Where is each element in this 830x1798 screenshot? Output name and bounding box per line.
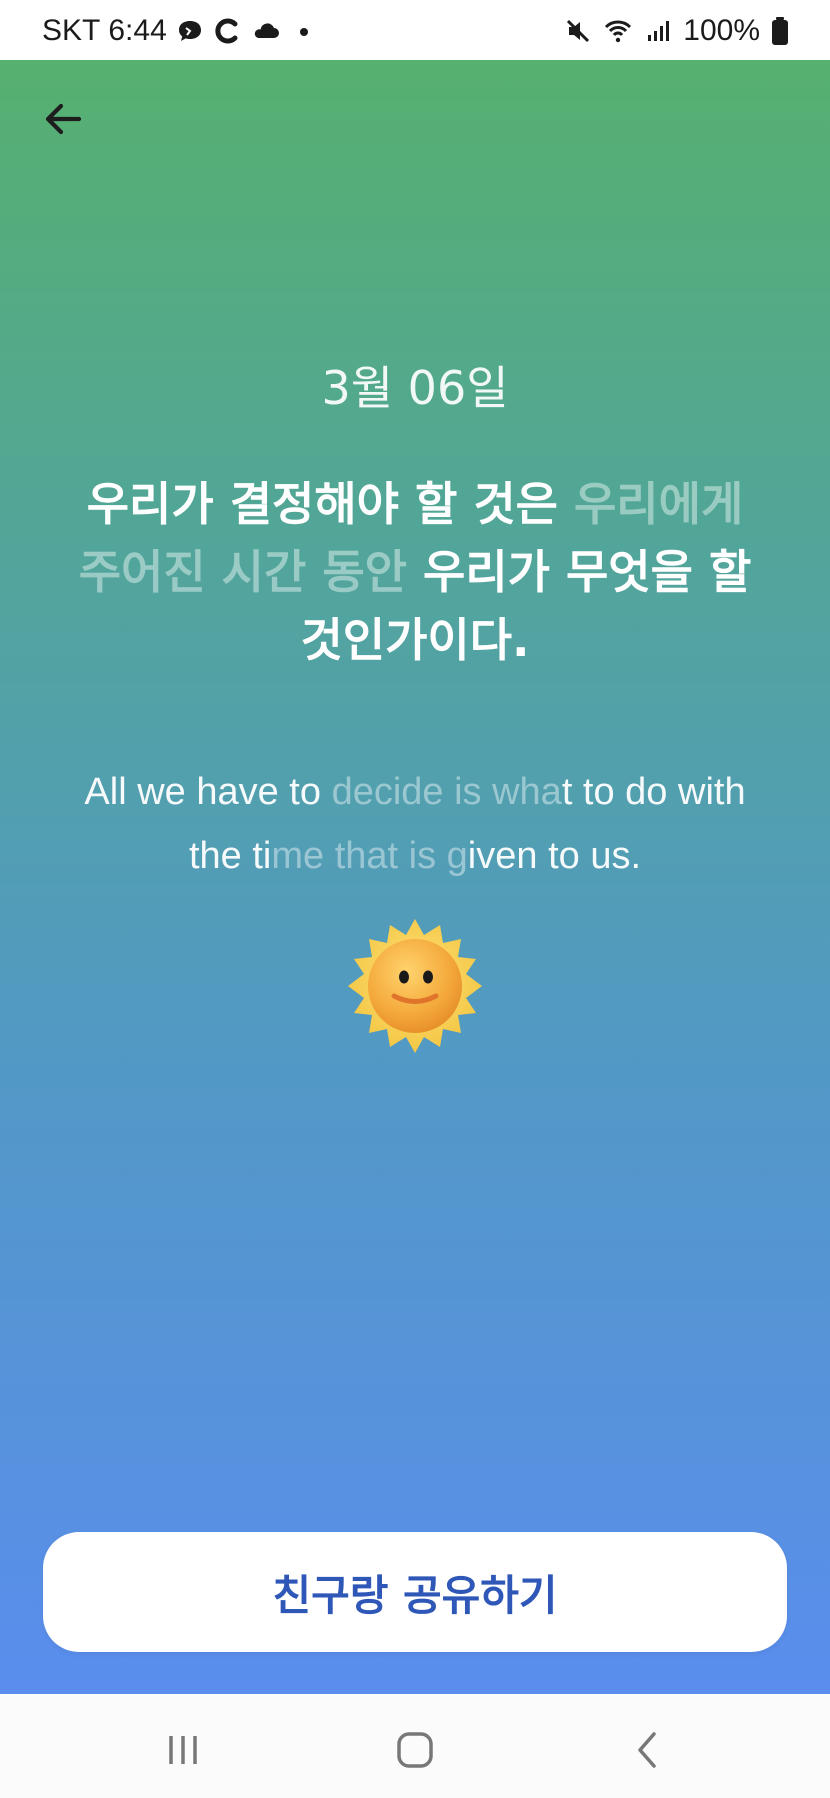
- wifi-icon: [603, 16, 633, 46]
- recents-button[interactable]: [155, 1722, 211, 1778]
- notification-dot-icon: [289, 16, 319, 46]
- quote-english-part-highlight: me that is g: [271, 835, 468, 877]
- system-back-button[interactable]: [620, 1722, 676, 1778]
- time-label: 6:44: [108, 14, 167, 47]
- quote-english: All we have to decide is what to do with…: [60, 760, 770, 888]
- mute-icon: [563, 16, 593, 46]
- quote-korean: 우리가 결정해야 할 것은 우리에게 주어진 시간 동안 우리가 무엇을 할 것…: [70, 470, 760, 674]
- quote-english-part: iven to us.: [467, 835, 642, 877]
- cloud-icon: [251, 16, 281, 46]
- status-bar: SKT 6:44 100%: [0, 0, 830, 60]
- arrow-left-icon: [39, 95, 87, 143]
- chevron-left-icon: [620, 1722, 676, 1778]
- chat-bubble-icon: [175, 16, 205, 46]
- battery-icon: [770, 16, 790, 46]
- status-left: SKT 6:44: [42, 14, 319, 48]
- share-with-friend-button[interactable]: 친구랑 공유하기: [43, 1532, 787, 1652]
- quote-english-part-highlight: decide is wha: [331, 771, 562, 813]
- system-nav-bar: [0, 1694, 830, 1798]
- home-icon: [387, 1722, 443, 1778]
- recents-icon: [155, 1722, 211, 1778]
- quote-english-part: All we have to: [84, 771, 332, 813]
- c-app-icon: [213, 16, 243, 46]
- carrier-label: SKT: [42, 14, 101, 47]
- status-right: 100%: [563, 14, 790, 48]
- quote-date: 3월 06일: [321, 361, 509, 415]
- quote-korean-part: 우리가 결정해야 할 것은: [86, 477, 574, 531]
- signal-icon: [643, 16, 673, 46]
- daily-quote-screen: 3월 06일 우리가 결정해야 할 것은 우리에게 주어진 시간 동안 우리가 …: [0, 60, 830, 1694]
- back-button[interactable]: [34, 90, 92, 148]
- battery-percent: 100%: [683, 14, 760, 47]
- home-button[interactable]: [387, 1722, 443, 1778]
- sun-face-icon: [344, 915, 486, 1057]
